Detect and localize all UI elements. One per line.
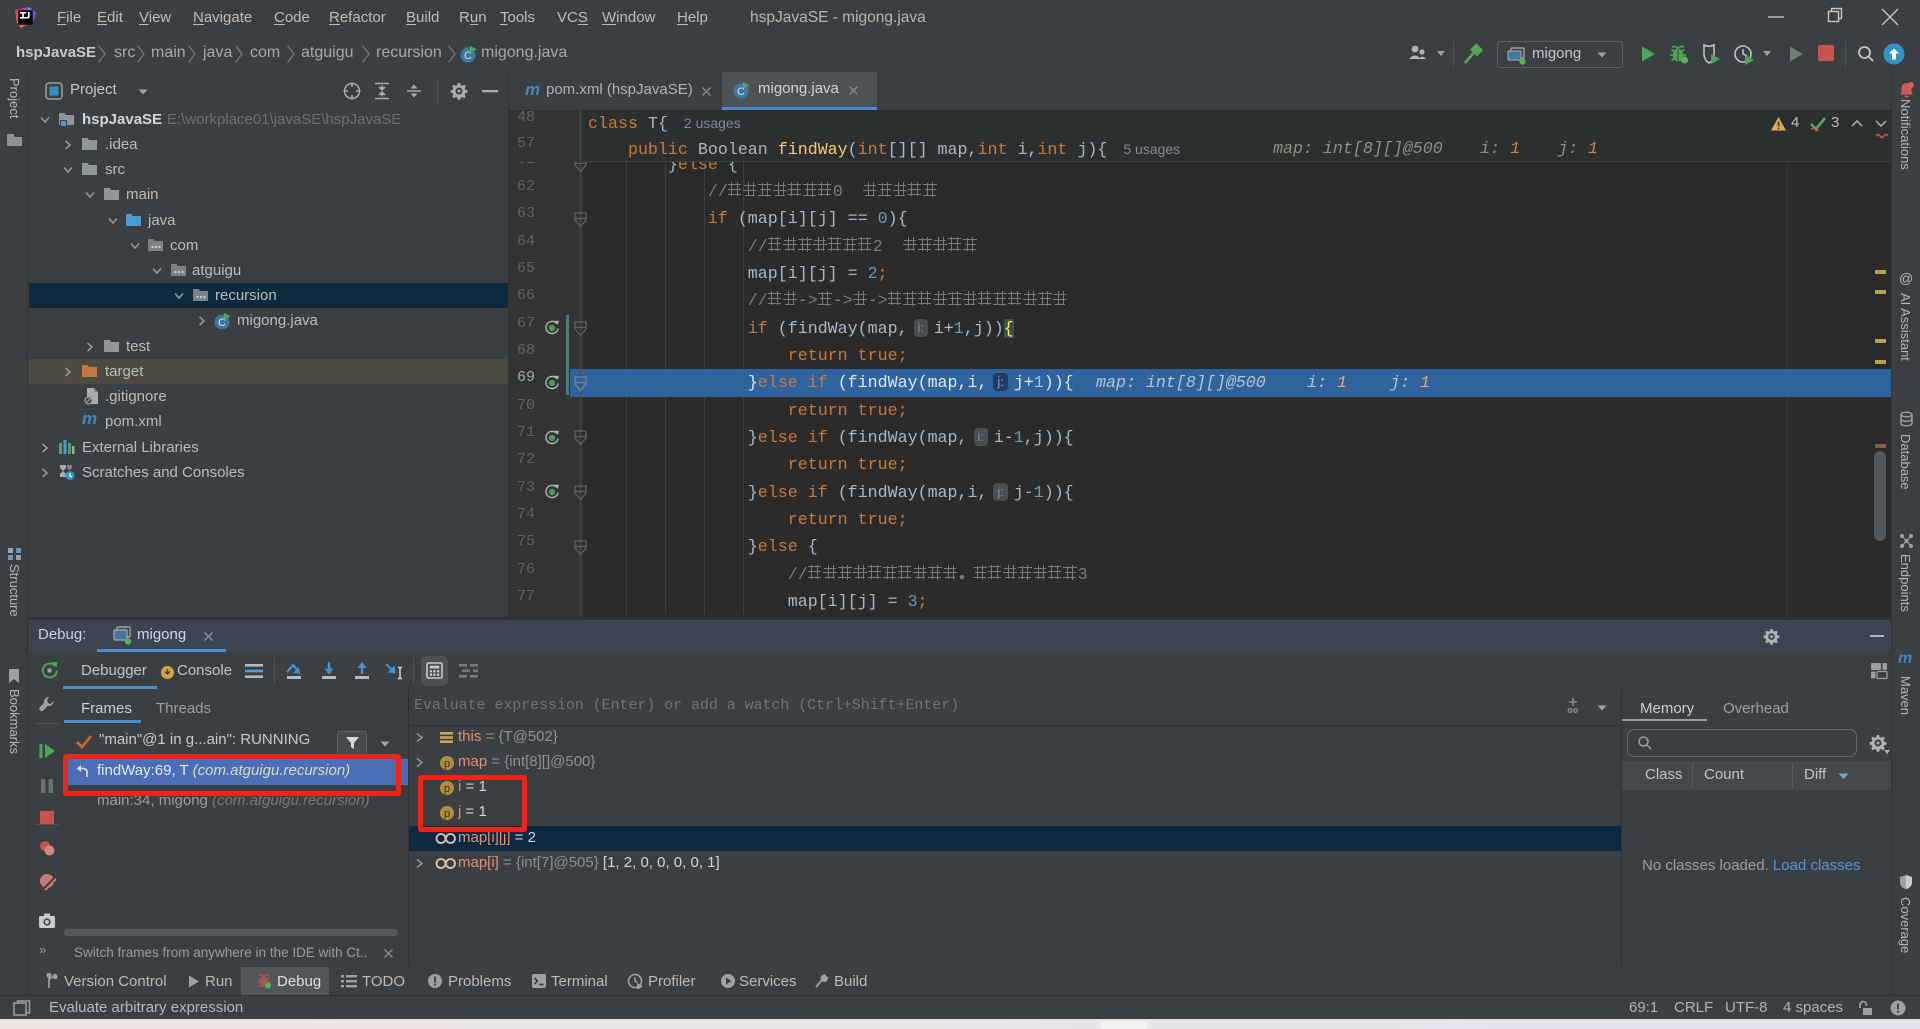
svg-text:p: p [444, 758, 450, 770]
